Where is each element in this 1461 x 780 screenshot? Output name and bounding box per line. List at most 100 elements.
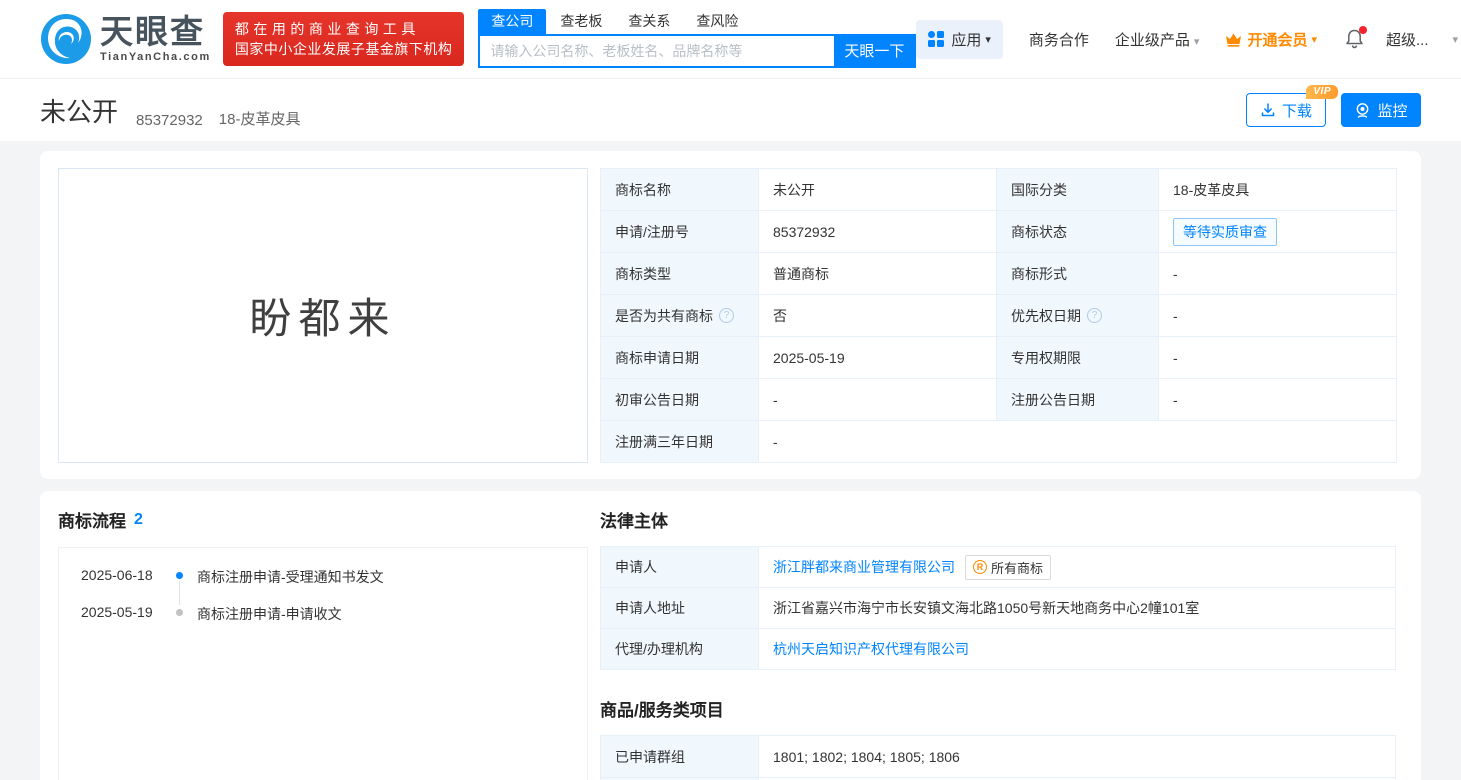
goods-value: 1801; 1802; 1804; 1805; 1806 <box>759 736 1396 778</box>
process-heading: 商标流程 2 <box>58 507 588 532</box>
process-count: 2 <box>134 511 143 529</box>
applicant-company-link[interactable]: 浙江胖都来商业管理有限公司 <box>773 557 955 577</box>
detail-value: - <box>759 421 1397 463</box>
search-bar: 天眼一下 <box>478 34 916 68</box>
legal-value: 浙江胖都来商业管理有限公司 R 所有商标 <box>759 547 1396 588</box>
search-tabs: 查公司 查老板 查关系 查风险 <box>478 11 916 34</box>
detail-label-text: 是否为共有商标 <box>615 306 713 326</box>
logo-title: 天眼查 <box>100 15 211 49</box>
detail-value: 2025-05-19 <box>759 337 997 379</box>
detail-value: 否 <box>759 295 997 337</box>
timeline-dot <box>176 609 183 616</box>
detail-label-text: 优先权日期 <box>1011 306 1081 326</box>
brand-slogan-banner: 都在用的商业查询工具 国家中小企业发展子基金旗下机构 <box>223 12 465 66</box>
detail-label: 注册满三年日期 <box>601 421 759 463</box>
detail-label: 注册公告日期 <box>997 379 1159 421</box>
page-title-bar: 未公开 85372932 18-皮革皮具 下载 VIP 监控 <box>0 79 1461 141</box>
process-timeline: 2025-06-18 商标注册申请-受理通知书发文 2025-05-19 商标注… <box>58 547 588 780</box>
vip-badge: VIP <box>1306 85 1338 99</box>
timeline-item: 2025-05-19 商标注册申请-申请收文 <box>81 604 587 624</box>
timeline-dot <box>176 572 183 579</box>
monitor-label: 监控 <box>1377 100 1407 121</box>
logo-subtitle: TianYanCha.com <box>100 51 211 63</box>
goods-services-table: 已申请群组 1801; 1802; 1804; 1805; 1806 1801 … <box>600 735 1396 780</box>
timeline-item: 2025-06-18 商标注册申请-受理通知书发文 <box>81 567 587 587</box>
detail-value: - <box>759 379 997 421</box>
search-button[interactable]: 天眼一下 <box>834 36 914 66</box>
top-nav: 应用 ▾ 商务合作 企业级产品▾ 开通会员 ▾ 超级... ▾ <box>916 20 1458 59</box>
detail-label: 优先权日期? <box>997 295 1159 337</box>
open-vip-button[interactable]: 开通会员 ▾ <box>1225 29 1317 50</box>
detail-value: 普通商标 <box>759 253 997 295</box>
search-input[interactable] <box>480 36 834 66</box>
apps-grid-icon <box>928 31 944 47</box>
detail-value: - <box>1159 337 1397 379</box>
legal-label: 代理/办理机构 <box>601 629 759 670</box>
legal-label: 申请人地址 <box>601 588 759 629</box>
trademark-image: 盼都来 <box>58 168 588 463</box>
agent-company-link[interactable]: 杭州天启知识产权代理有限公司 <box>773 639 969 659</box>
chevron-down-icon: ▾ <box>1311 33 1317 46</box>
timeline-dot-column <box>161 604 197 624</box>
detail-label: 是否为共有商标? <box>601 295 759 337</box>
trademark-detail-card: 商标流程 2 2025-06-18 商标注册申请-受理通知书发文 2025-05… <box>40 491 1421 780</box>
detail-value: - <box>1159 295 1397 337</box>
timeline-text: 商标注册申请-申请收文 <box>197 604 342 624</box>
detail-label: 商标名称 <box>601 169 759 211</box>
detail-label: 专用权期限 <box>997 337 1159 379</box>
notifications-button[interactable] <box>1345 29 1364 49</box>
apps-label: 应用 <box>951 29 981 50</box>
search-tab-company[interactable]: 查公司 <box>478 9 546 34</box>
apps-menu-button[interactable]: 应用 ▾ <box>916 20 1003 59</box>
download-label: 下载 <box>1282 100 1312 121</box>
webcam-icon <box>1354 102 1371 119</box>
nav-business-coop[interactable]: 商务合作 <box>1029 29 1089 50</box>
tianyancha-logo[interactable]: 天眼查 TianYanCha.com <box>40 13 211 65</box>
goods-label: 已申请群组 <box>601 736 759 778</box>
trademark-details-table: 商标名称 未公开 国际分类 18-皮革皮具 申请/注册号 85372932 商标… <box>600 168 1397 463</box>
nav-enterprise-products[interactable]: 企业级产品▾ <box>1115 29 1200 50</box>
chevron-down-icon[interactable]: ▾ <box>1453 33 1459 46</box>
detail-value: 未公开 <box>759 169 997 211</box>
vip-label: 开通会员 <box>1247 29 1307 50</box>
help-icon[interactable]: ? <box>719 308 734 323</box>
search-tab-risk[interactable]: 查风险 <box>696 9 738 34</box>
search-tab-relation[interactable]: 查关系 <box>628 9 670 34</box>
slogan-line-2: 国家中小企业发展子基金旗下机构 <box>235 39 453 59</box>
detail-value: 85372932 <box>759 211 997 253</box>
legal-entity-table: 申请人 浙江胖都来商业管理有限公司 R 所有商标 申请人地址 浙江省嘉兴市海宁市… <box>600 546 1396 670</box>
detail-label: 国际分类 <box>997 169 1159 211</box>
goods-heading: 商品/服务类项目 <box>600 696 1396 721</box>
page-title: 未公开 <box>40 92 118 129</box>
monitor-button[interactable]: 监控 <box>1341 93 1421 127</box>
status-badge: 等待实质审查 <box>1173 218 1277 246</box>
trademark-image-text: 盼都来 <box>249 285 396 346</box>
timeline-date: 2025-06-18 <box>81 567 161 587</box>
legal-label: 申请人 <box>601 547 759 588</box>
registration-number: 85372932 <box>136 112 203 129</box>
legal-heading: 法律主体 <box>600 507 1396 532</box>
legal-entity-section: 法律主体 申请人 浙江胖都来商业管理有限公司 R 所有商标 申请人地址 浙江省嘉… <box>600 507 1396 780</box>
user-menu[interactable]: 超级... <box>1386 29 1429 50</box>
logo-text: 天眼查 TianYanCha.com <box>100 15 211 63</box>
detail-label: 商标申请日期 <box>601 337 759 379</box>
timeline-date: 2025-05-19 <box>81 604 161 624</box>
detail-value: - <box>1159 253 1397 295</box>
timeline-dot-column <box>161 567 197 587</box>
chevron-down-icon: ▾ <box>985 33 991 46</box>
detail-label: 商标状态 <box>997 211 1159 253</box>
help-icon[interactable]: ? <box>1087 308 1102 323</box>
search-tab-boss[interactable]: 查老板 <box>560 9 602 34</box>
detail-label: 商标形式 <box>997 253 1159 295</box>
download-icon <box>1260 102 1276 118</box>
all-trademarks-label: 所有商标 <box>991 558 1043 577</box>
legal-value: 杭州天启知识产权代理有限公司 <box>759 629 1396 670</box>
all-trademarks-badge[interactable]: R 所有商标 <box>965 555 1051 580</box>
download-button[interactable]: 下载 VIP <box>1246 93 1326 127</box>
eye-swirl-logo-icon <box>40 13 92 65</box>
detail-value: - <box>1159 379 1397 421</box>
registered-icon: R <box>973 560 987 574</box>
notification-dot <box>1359 26 1367 34</box>
chevron-down-icon: ▾ <box>1194 36 1200 48</box>
crown-icon <box>1225 32 1242 47</box>
